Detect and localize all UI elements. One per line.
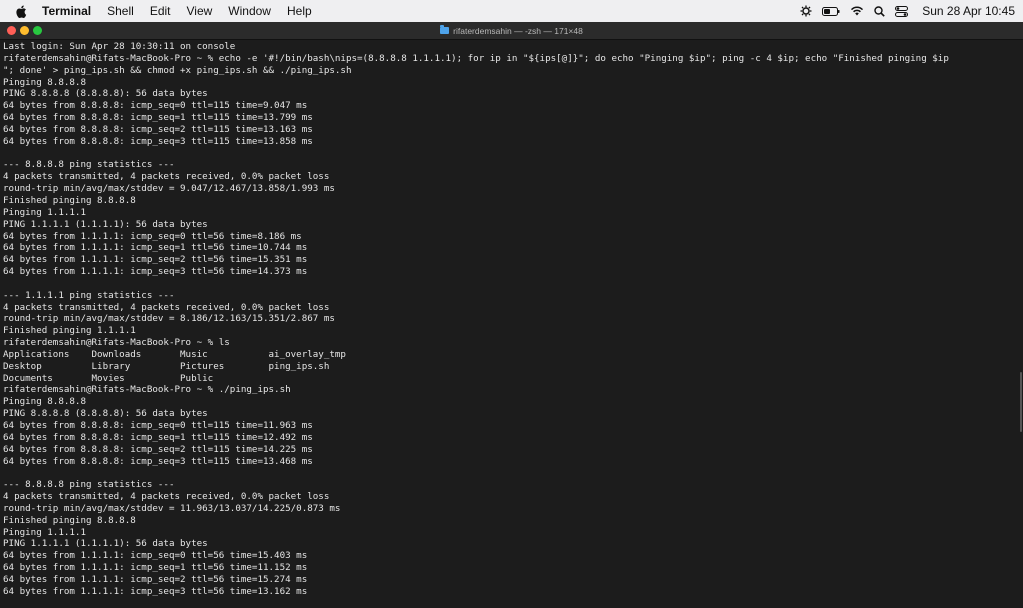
search-icon[interactable]: [874, 5, 886, 17]
terminal-output[interactable]: Last login: Sun Apr 28 10:30:11 on conso…: [3, 41, 1017, 608]
apple-icon[interactable]: [8, 5, 34, 18]
terminal-window: rifaterdemsahin — -zsh — 171×48 Last log…: [0, 22, 1023, 608]
terminal-line: Finished pinging 1.1.1.1: [3, 325, 136, 337]
terminal-line: 64 bytes from 1.1.1.1: icmp_seq=1 ttl=56…: [3, 562, 308, 574]
menu-view[interactable]: View: [179, 4, 221, 18]
terminal-line: 64 bytes from 8.8.8.8: icmp_seq=3 ttl=11…: [3, 135, 313, 147]
terminal-line: Finished pinging 8.8.8.8: [3, 514, 136, 526]
terminal-line: "; done' > ping_ips.sh && chmod +x ping_…: [3, 64, 352, 76]
terminal-line: PING 8.8.8.8 (8.8.8.8): 56 data bytes: [3, 88, 208, 100]
terminal-line: 64 bytes from 1.1.1.1: icmp_seq=1 ttl=56…: [3, 242, 308, 254]
terminal-line: Pinging 1.1.1.1: [3, 206, 86, 218]
terminal-line: rifaterdemsahin@Rifats-MacBook-Pro ~ % .…: [3, 384, 291, 396]
wifi-icon[interactable]: [850, 6, 864, 16]
terminal-line: --- 1.1.1.1 ping statistics ---: [3, 289, 175, 301]
terminal-line: Applications Downloads Music ai_overlay_…: [3, 348, 346, 360]
terminal-line: 64 bytes from 8.8.8.8: icmp_seq=0 ttl=11…: [3, 420, 313, 431]
terminal-line: 64 bytes from 8.8.8.8: icmp_seq=3 ttl=11…: [3, 455, 313, 467]
terminal-line: 64 bytes from 8.8.8.8: icmp_seq=2 ttl=11…: [3, 123, 313, 135]
terminal-line: Pinging 1.1.1.1: [3, 526, 86, 538]
menu-shell[interactable]: Shell: [99, 4, 142, 18]
terminal-line: Finished pinging 8.8.8.8: [3, 194, 136, 206]
battery-icon[interactable]: [822, 6, 840, 16]
terminal-line: Last login: Sun Apr 28 10:30:11 on conso…: [3, 41, 236, 52]
terminal-line: 64 bytes from 1.1.1.1: icmp_seq=2 ttl=56…: [3, 254, 308, 266]
menu-help[interactable]: Help: [279, 4, 320, 18]
minimize-button[interactable]: [20, 26, 29, 35]
window-title-group: rifaterdemsahin — -zsh — 171×48: [440, 25, 583, 36]
terminal-line: 64 bytes from 8.8.8.8: icmp_seq=1 ttl=11…: [3, 112, 313, 124]
terminal-line: round-trip min/avg/max/stddev = 11.963/1…: [3, 502, 341, 514]
menu-bar: Terminal Shell Edit View Window Help Sun…: [0, 0, 1023, 22]
terminal-line: Documents Movies Public: [3, 372, 214, 384]
control-center-icon[interactable]: [895, 5, 909, 17]
folder-icon: [440, 25, 450, 34]
status-area: Sun 28 Apr 10:45: [800, 0, 1015, 22]
terminal-line: 64 bytes from 1.1.1.1: icmp_seq=2 ttl=56…: [3, 573, 308, 585]
menu-window[interactable]: Window: [220, 4, 279, 18]
maximize-button[interactable]: [33, 26, 42, 35]
terminal-line: PING 1.1.1.1 (1.1.1.1): 56 data bytes: [3, 538, 208, 550]
terminal-line: Pinging 8.8.8.8: [3, 76, 86, 88]
terminal-line: --- 8.8.8.8 ping statistics ---: [3, 159, 175, 171]
menubar-clock[interactable]: Sun 28 Apr 10:45: [918, 4, 1015, 18]
close-button[interactable]: [7, 26, 16, 35]
terminal-line: round-trip min/avg/max/stddev = 9.047/12…: [3, 183, 335, 195]
terminal-line: 4 packets transmitted, 4 packets receive…: [3, 491, 330, 503]
terminal-line: PING 8.8.8.8 (8.8.8.8): 56 data bytes: [3, 408, 208, 420]
terminal-line: --- 8.8.8.8 ping statistics ---: [3, 479, 175, 491]
terminal-line: 64 bytes from 1.1.1.1: icmp_seq=3 ttl=56…: [3, 266, 308, 278]
terminal-line: 4 packets transmitted, 4 packets receive…: [3, 301, 330, 313]
scrollbar[interactable]: [1020, 372, 1022, 432]
terminal-line: rifaterdemsahin@Rifats-MacBook-Pro ~ % l…: [3, 337, 230, 349]
terminal-line: PING 1.1.1.1 (1.1.1.1): 56 data bytes: [3, 218, 208, 230]
terminal-line: 64 bytes from 8.8.8.8: icmp_seq=1 ttl=11…: [3, 431, 313, 443]
terminal-line: 64 bytes from 1.1.1.1: icmp_seq=0 ttl=56…: [3, 230, 302, 242]
terminal-line: 4 packets transmitted, 4 packets receive…: [3, 171, 330, 183]
terminal-line: 64 bytes from 8.8.8.8: icmp_seq=2 ttl=11…: [3, 443, 313, 455]
terminal-line: Pinging 8.8.8.8: [3, 396, 86, 408]
terminal-line: round-trip min/avg/max/stddev = 8.186/12…: [3, 313, 335, 325]
terminal-line: 64 bytes from 1.1.1.1: icmp_seq=3 ttl=56…: [3, 585, 308, 597]
menu-edit[interactable]: Edit: [142, 4, 179, 18]
terminal-line: Desktop Library Pictures ping_ips.sh: [3, 360, 330, 372]
control-icon[interactable]: [800, 5, 812, 17]
terminal-line: 64 bytes from 1.1.1.1: icmp_seq=0 ttl=56…: [3, 550, 308, 562]
terminal-line: rifaterdemsahin@Rifats-MacBook-Pro ~ % e…: [3, 52, 949, 64]
window-titlebar[interactable]: rifaterdemsahin — -zsh — 171×48: [0, 22, 1023, 40]
terminal-line: 64 bytes from 8.8.8.8: icmp_seq=0 ttl=11…: [3, 100, 308, 112]
window-title: rifaterdemsahin — -zsh — 171×48: [453, 25, 583, 36]
menu-terminal[interactable]: Terminal: [34, 4, 99, 18]
